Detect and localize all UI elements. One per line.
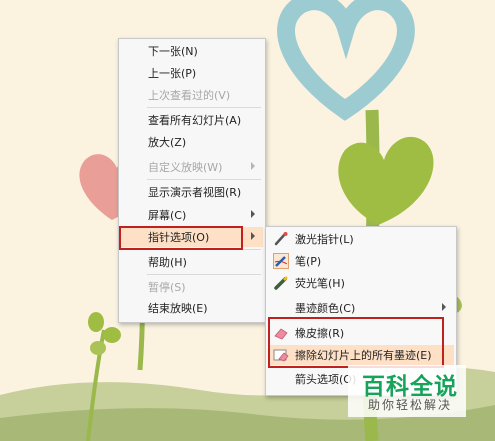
menu-item-next[interactable]: 下一张(N) (121, 41, 263, 61)
menu-item-last-viewed: 上次查看过的(V) (121, 85, 263, 105)
menu-item-help[interactable]: 帮助(H) (121, 252, 263, 272)
menu-item-label: 自定义放映(W) (148, 161, 223, 174)
menu-item-label: 放大(Z) (148, 136, 187, 149)
pen-icon (273, 253, 289, 269)
submenu-item-ink-color[interactable]: 墨迹颜色(C) (268, 298, 454, 318)
submenu-arrow-icon (442, 303, 446, 311)
menu-item-label: 帮助(H) (148, 256, 187, 269)
menu-item-pointer-options[interactable]: 指针选项(O) (121, 227, 263, 247)
separator (147, 179, 261, 180)
eraser-icon (274, 328, 288, 340)
menu-item-previous[interactable]: 上一张(P) (121, 63, 263, 83)
submenu-item-laser-pointer[interactable]: 激光指针(L) (268, 229, 454, 249)
submenu-arrow-icon (251, 210, 255, 218)
menu-item-pause: 暂停(S) (121, 277, 263, 297)
laser-pointer-icon (274, 232, 288, 246)
menu-item-label: 结束放映(E) (148, 302, 208, 315)
context-menu: 下一张(N) 上一张(P) 上次查看过的(V) 查看所有幻灯片(A) 放大(Z)… (118, 38, 266, 323)
menu-item-screen[interactable]: 屏幕(C) (121, 205, 263, 225)
menu-item-zoom-in[interactable]: 放大(Z) (121, 132, 263, 152)
submenu-arrow-icon (251, 162, 255, 170)
menu-item-label: 激光指针(L) (295, 233, 354, 246)
submenu-arrow-icon (251, 232, 255, 240)
menu-item-label: 上一张(P) (148, 67, 197, 80)
menu-item-label: 橡皮擦(R) (295, 327, 345, 340)
watermark-subtitle: 助你轻松解决 (368, 398, 453, 412)
separator (147, 274, 261, 275)
menu-item-presenter-view[interactable]: 显示演示者视图(R) (121, 182, 263, 202)
submenu-item-erase-all-ink[interactable]: 擦除幻灯片上的所有墨迹(E) (268, 345, 454, 365)
menu-item-end-show[interactable]: 结束放映(E) (121, 298, 263, 318)
menu-item-label: 显示演示者视图(R) (148, 186, 242, 199)
menu-item-label: 暂停(S) (148, 281, 186, 294)
erase-all-icon (273, 349, 289, 362)
separator (147, 107, 261, 108)
menu-item-label: 下一张(N) (148, 45, 198, 58)
menu-item-label: 墨迹颜色(C) (295, 302, 356, 315)
menu-item-label: 荧光笔(H) (295, 277, 345, 290)
separator (147, 249, 261, 250)
submenu-item-highlighter[interactable]: 荧光笔(H) (268, 273, 454, 293)
highlighter-icon (274, 276, 288, 290)
menu-item-label: 笔(P) (295, 255, 322, 268)
submenu-item-pen[interactable]: 笔(P) (268, 251, 454, 271)
menu-item-label: 擦除幻灯片上的所有墨迹(E) (295, 349, 432, 362)
menu-item-custom-show: 自定义放映(W) (121, 157, 263, 177)
submenu-item-eraser[interactable]: 橡皮擦(R) (268, 323, 454, 343)
menu-item-label: 指针选项(O) (148, 231, 210, 244)
menu-item-label: 查看所有幻灯片(A) (148, 114, 242, 127)
menu-item-see-all-slides[interactable]: 查看所有幻灯片(A) (121, 110, 263, 130)
menu-item-label: 上次查看过的(V) (148, 89, 231, 102)
menu-item-label: 屏幕(C) (148, 209, 187, 222)
